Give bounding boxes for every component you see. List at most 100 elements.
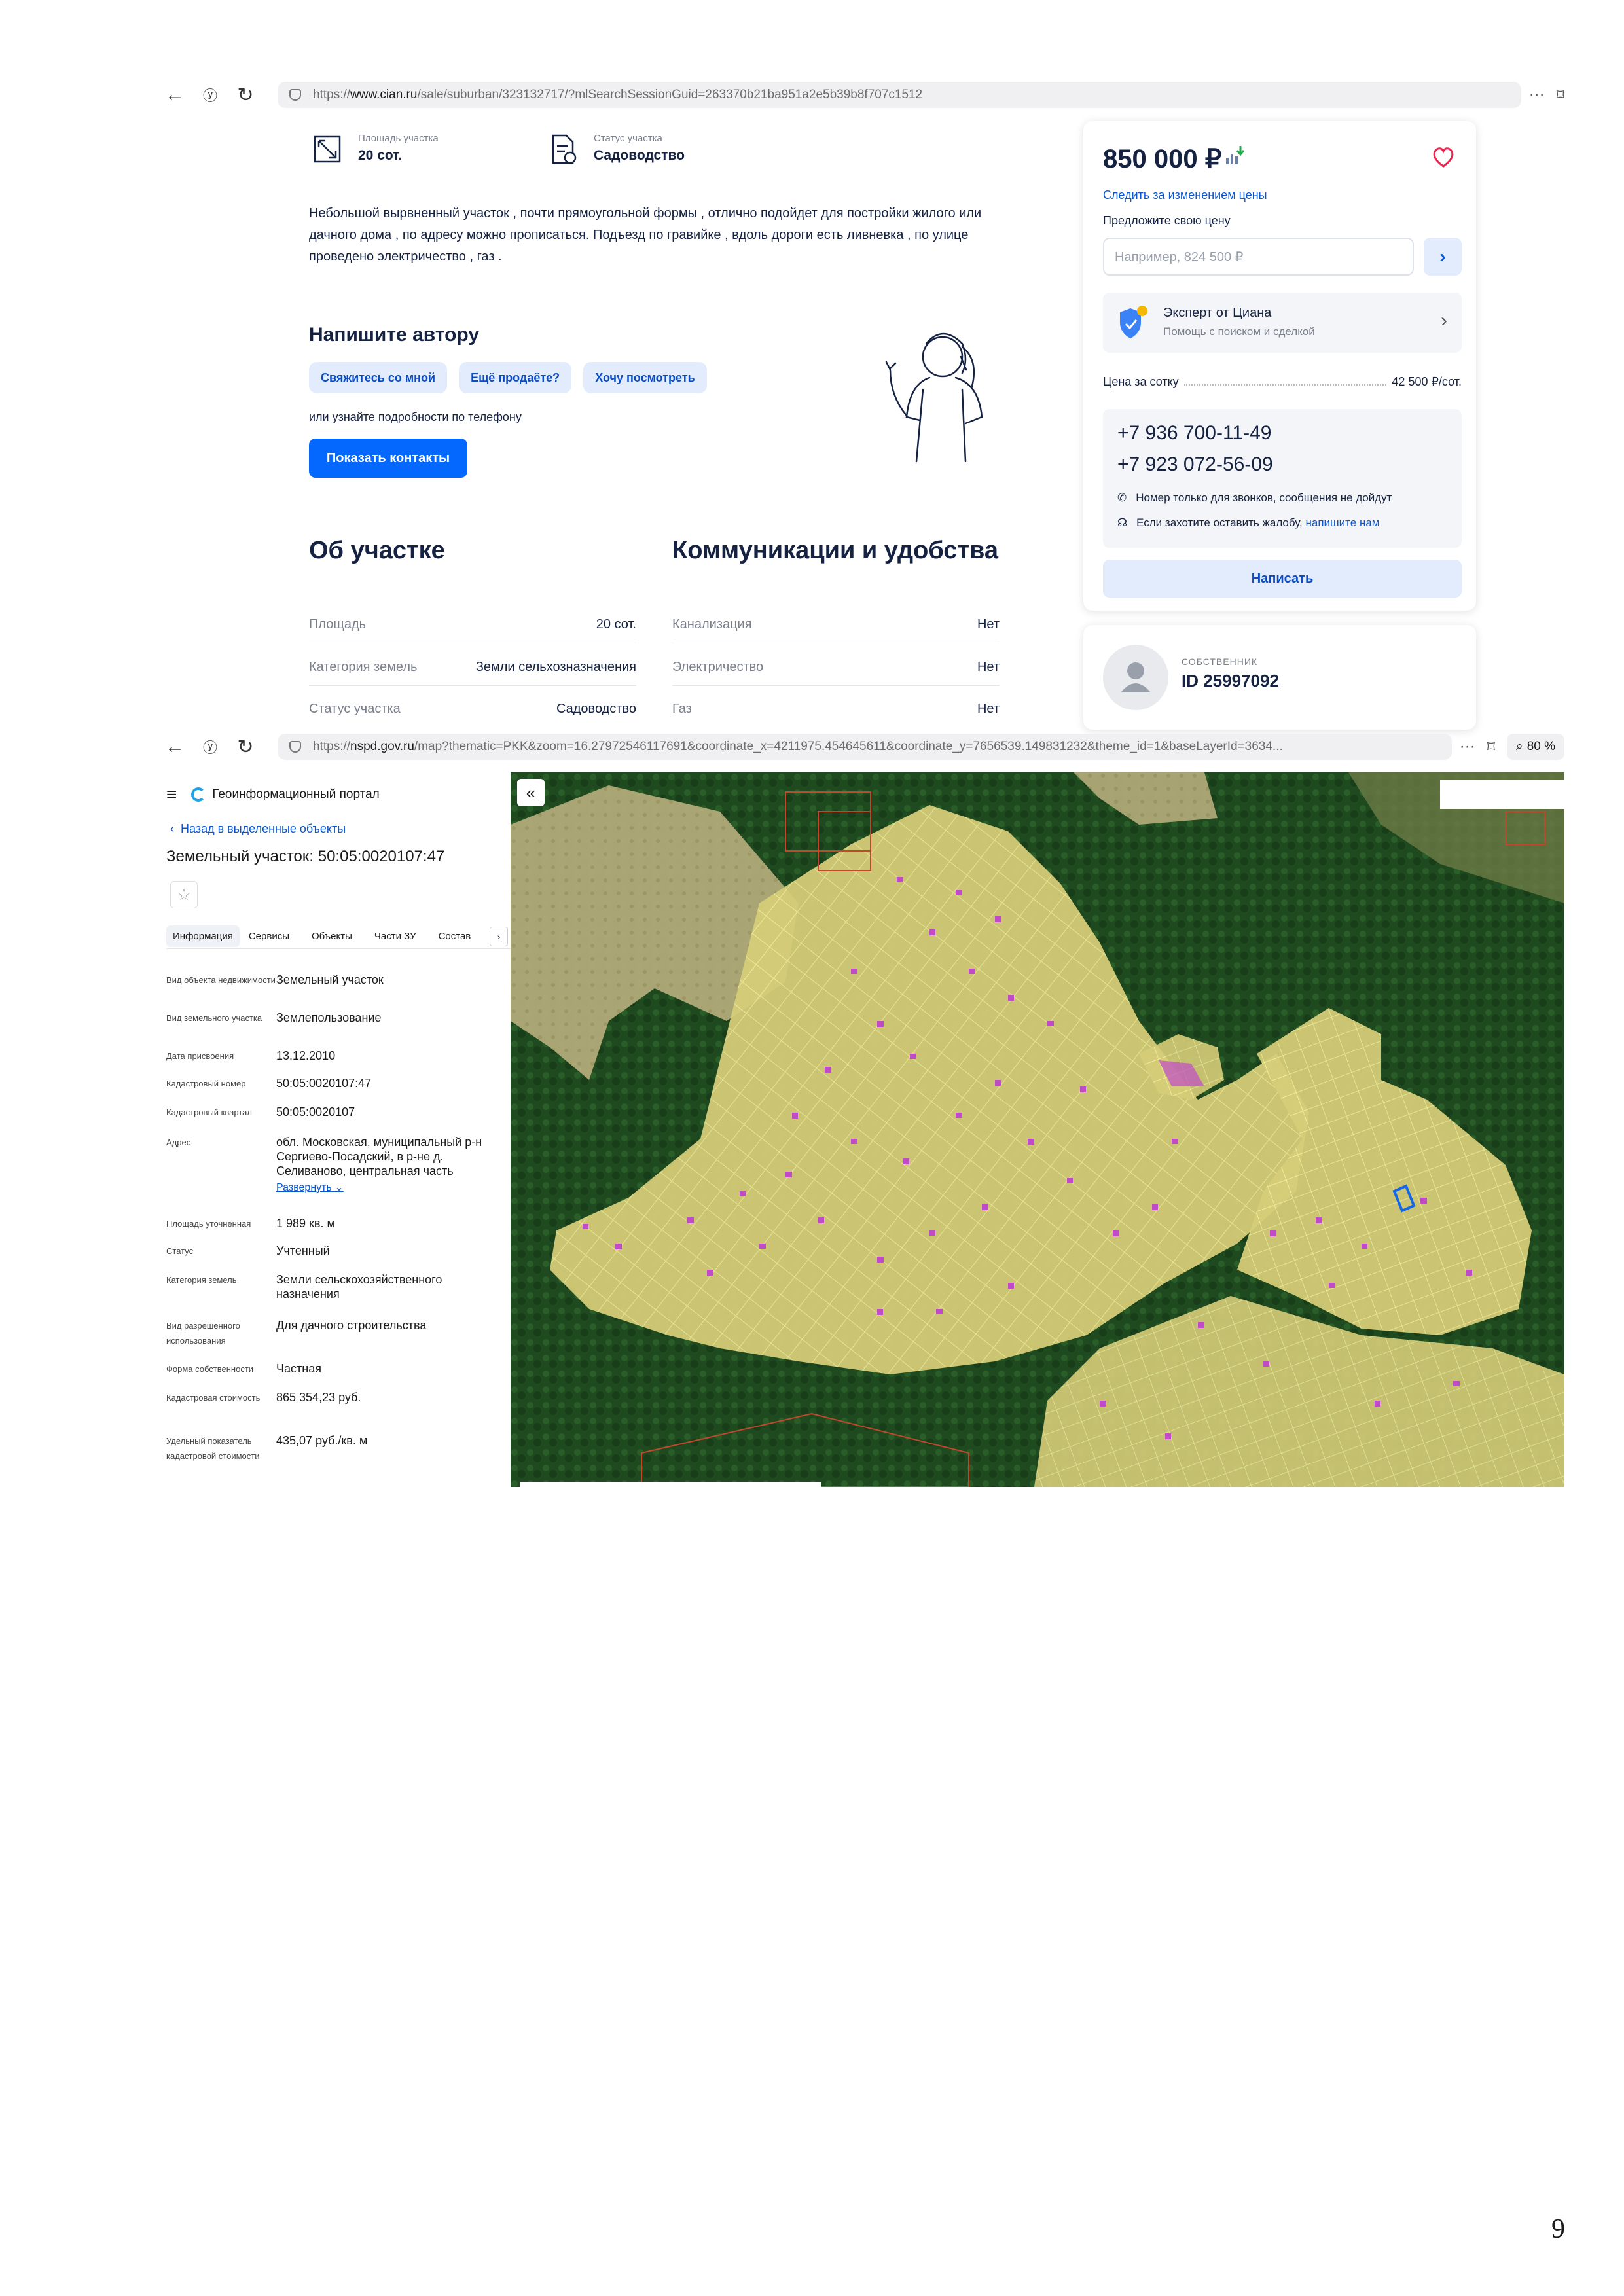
expert-banner[interactable]: Эксперт от Циана Помощь с поиском и сдел… [1103, 293, 1462, 353]
tabs-scroll-right-icon[interactable]: › [490, 927, 508, 946]
chip-contact-me[interactable]: Свяжитесь со мной [309, 362, 448, 393]
tab-composition[interactable]: Состав [439, 931, 471, 942]
price-card: 850 000 ₽ Следить за изменением цены Пре… [1083, 121, 1476, 611]
tab-parts[interactable]: Части ЗУ [374, 931, 416, 942]
back-arrow-icon[interactable]: ← [157, 734, 192, 760]
feature-label: Статус участка [594, 133, 662, 144]
back-arrow-icon[interactable]: ← [157, 82, 192, 108]
spec-value: Садоводство [556, 702, 636, 716]
prop-value: 13.12.2010 [276, 1049, 336, 1062]
communication-row: Канализация Нет [672, 617, 1000, 632]
chevron-right-icon: › [1441, 310, 1447, 331]
prop-key: Удельный показатель кадастровой стоимост… [166, 1436, 260, 1461]
prop-value: 50:05:0020107:47 [276, 1077, 372, 1090]
url-path: /sale/suburban/323132717/?mlSearchSessio… [417, 88, 923, 101]
dotted-leader [1183, 384, 1387, 386]
prop-key: Вид разрешенного использования [166, 1321, 240, 1346]
spec-value: Нет [977, 617, 1000, 632]
portal-title: Геоинформационный портал [212, 787, 380, 801]
chip-want-to-see[interactable]: Хочу посмотреть [583, 362, 707, 393]
url-prefix: https:// [313, 88, 351, 101]
write-button[interactable]: Написать [1103, 560, 1462, 598]
chevron-right-icon: › [1439, 246, 1446, 266]
portal-header: ≡ Геоинформационный портал [166, 784, 380, 805]
bookmark-icon[interactable]: ⌑ [1557, 86, 1564, 105]
spec-value: Нет [977, 660, 1000, 674]
back-link-label: Назад в выделенные объекты [181, 822, 346, 835]
write-us-link[interactable]: напишите нам [1306, 516, 1380, 529]
bookmark-icon[interactable]: ⌑ [1487, 738, 1495, 757]
more-icon[interactable]: ··· [1529, 86, 1545, 104]
prop-value: Земельный участок [276, 973, 384, 986]
page-number: 9 [1551, 2214, 1565, 2244]
yandex-icon[interactable]: ⓨ [192, 82, 228, 108]
complaint-note: ☊ Если захотите оставить жалобу, напишите… [1117, 516, 1379, 529]
property-row: Категория земель Земли сельскохозяйственн… [166, 1272, 507, 1301]
property-row: Адрес обл. Московская, муниципальный р-н … [166, 1135, 507, 1195]
spec-key: Канализация [672, 617, 752, 632]
favorite-heart-icon[interactable] [1430, 144, 1456, 170]
feature-label: Площадь участка [358, 133, 439, 144]
tab-information[interactable]: Информация [166, 925, 240, 947]
expert-title: Эксперт от Циана [1163, 306, 1272, 320]
show-contacts-button[interactable]: Показать контакты [309, 439, 467, 478]
owner-id: ID 25997092 [1182, 671, 1279, 691]
expand-label: Развернуть [276, 1182, 332, 1193]
note-text: Если захотите оставить жалобу, [1136, 516, 1303, 529]
headset-icon: ☊ [1117, 516, 1128, 529]
prop-key: Вид земельного участка [166, 1013, 262, 1023]
yandex-icon[interactable]: ⓨ [192, 734, 228, 760]
phone-number[interactable]: +7 923 072-56-09 [1117, 454, 1273, 476]
about-heading: Об участке [309, 537, 445, 564]
property-row: Кадастровый номер 50:05:0020107:47 [166, 1076, 507, 1091]
property-row: Вид разрешенного использования Для дачног… [166, 1318, 507, 1348]
quick-message-chips: Свяжитесь со мной Ещё продаёте? Хочу пос… [309, 362, 707, 393]
favorite-star-icon[interactable]: ☆ [170, 881, 198, 908]
spec-key: Газ [672, 702, 692, 716]
prop-value: Земли сельскохозяйственного назначения [276, 1273, 442, 1300]
phone-number[interactable]: +7 936 700-11-49 [1117, 422, 1271, 444]
cadastral-map[interactable]: « [511, 772, 1564, 1487]
collapse-panel-icon[interactable]: « [517, 779, 545, 806]
address-bar[interactable]: https://www.cian.ru/sale/suburban/323132… [278, 82, 1521, 108]
woman-on-phone-illustration [885, 332, 983, 463]
parcel-title: Земельный участок: 50:05:0020107:47 [166, 848, 445, 865]
spec-value: Нет [977, 702, 1000, 716]
write-author-heading: Напишите автору [309, 324, 480, 346]
spec-key: Категория земель [309, 660, 418, 674]
prop-value: Землепользование [276, 1011, 382, 1024]
tab-services[interactable]: Сервисы [249, 931, 289, 942]
reload-icon[interactable]: ↻ [228, 82, 263, 108]
offer-submit-button[interactable]: › [1424, 238, 1462, 276]
tab-objects[interactable]: Объекты [312, 931, 352, 942]
feature-value: 20 сот. [358, 148, 403, 163]
menu-icon[interactable]: ≡ [166, 784, 177, 805]
prop-key: Кадастровый номер [166, 1079, 246, 1088]
shield-icon [289, 741, 301, 753]
property-row: Вид объекта недвижимости Земельный участо… [166, 973, 507, 988]
address-bar[interactable]: https://nspd.gov.ru/map?thematic=PKK&zoo… [278, 734, 1452, 760]
info-tabs: Информация Сервисы Объекты Части ЗУ Сост… [166, 924, 511, 949]
chip-still-selling[interactable]: Ещё продаёте? [459, 362, 572, 393]
zoom-value: 80 % [1526, 740, 1555, 753]
zoom-indicator[interactable]: ⌕ 80 % [1507, 734, 1564, 760]
expert-shield-icon [1120, 306, 1147, 338]
prop-value: Для дачного строительства [276, 1319, 427, 1332]
note-text: Номер только для звонков, сообщения не д… [1136, 492, 1392, 504]
more-icon[interactable]: ··· [1460, 738, 1475, 756]
map-canvas[interactable] [511, 772, 1564, 1487]
browser-toolbar-cian: ← ⓨ ↻ https://www.cian.ru/sale/suburban/… [157, 77, 1564, 113]
divider [672, 685, 1000, 686]
prop-value: 865 354,23 руб. [276, 1391, 361, 1404]
follow-price-link[interactable]: Следить за изменением цены [1103, 188, 1267, 202]
price-history-icon[interactable] [1221, 143, 1247, 170]
address-text: обл. Московская, муниципальный р-н Серги… [276, 1136, 482, 1177]
map-scale-strip [520, 1482, 821, 1487]
browser-toolbar-nspd: ← ⓨ ↻ https://nspd.gov.ru/map?thematic=P… [157, 728, 1564, 765]
offer-price-input[interactable]: Например, 824 500 ₽ [1103, 238, 1414, 276]
expand-link[interactable]: Развернуть ⌄ [276, 1181, 507, 1195]
prop-value: обл. Московская, муниципальный р-н Серги… [276, 1135, 507, 1195]
back-to-selected-link[interactable]: ‹ Назад в выделенные объекты [170, 822, 346, 836]
property-row: Статус Учтенный [166, 1244, 507, 1259]
reload-icon[interactable]: ↻ [228, 734, 263, 760]
